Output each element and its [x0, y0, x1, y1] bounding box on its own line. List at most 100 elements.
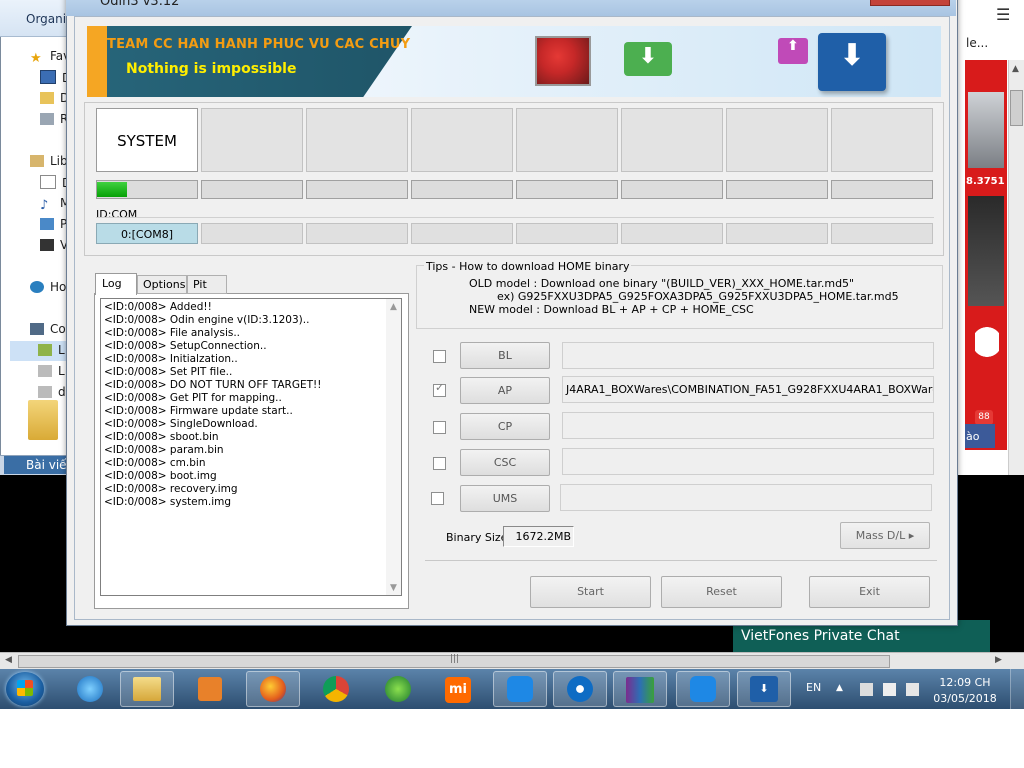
- clock-date[interactable]: 03/05/2018: [930, 692, 1000, 705]
- progress-bar-5: [516, 180, 618, 199]
- apple-logo-icon: [975, 318, 999, 366]
- internet-explorer-icon[interactable]: [77, 676, 103, 702]
- sidebar-item-libraries[interactable]: Lib: [30, 154, 68, 174]
- clock-time[interactable]: 12:09 CH: [930, 676, 1000, 689]
- scroll-up-icon[interactable]: ▲: [1012, 64, 1019, 74]
- windows-logo-icon: [17, 680, 33, 696]
- library-icon: [30, 155, 44, 167]
- log-line: <ID:0/008> cm.bin: [104, 457, 206, 469]
- start-button[interactable]: Start: [530, 576, 651, 608]
- sidebar-item-recent[interactable]: R: [40, 112, 68, 132]
- cp-button[interactable]: CP: [460, 413, 550, 440]
- scroll-up-icon[interactable]: ▲: [390, 302, 397, 312]
- homegroup-icon: [30, 281, 44, 293]
- com-port-8: [831, 223, 933, 244]
- sidebar-item-videos[interactable]: V: [40, 238, 68, 258]
- drive-icon: [38, 344, 52, 356]
- media-player-icon[interactable]: [198, 677, 222, 701]
- port-cell-8: [831, 108, 933, 172]
- cp-checkbox[interactable]: [433, 421, 446, 434]
- notification-text: ào: [966, 430, 980, 443]
- show-desktop-button[interactable]: [1010, 669, 1024, 709]
- sidebar-item-drive-2[interactable]: L: [38, 364, 65, 384]
- log-line: <ID:0/008> Set PIT file..: [104, 366, 233, 378]
- tab-log[interactable]: Log: [95, 273, 137, 295]
- log-scrollbar[interactable]: [386, 299, 401, 595]
- close-button[interactable]: [870, 0, 950, 6]
- notification-badge: 88: [975, 410, 993, 425]
- star-icon: ★: [30, 51, 42, 66]
- tips-line-1: OLD model : Download one binary "(BUILD_…: [469, 277, 855, 290]
- reset-button[interactable]: Reset: [661, 576, 782, 608]
- sidebar-item-favorites[interactable]: ★ Fav: [30, 49, 70, 69]
- tips-line-3: NEW model : Download BL + AP + CP + HOME…: [469, 303, 754, 316]
- xiaomi-icon[interactable]: mi: [445, 677, 471, 703]
- scroll-down-icon[interactable]: ▼: [390, 583, 397, 593]
- log-line: <ID:0/008> SetupConnection..: [104, 340, 267, 352]
- tray-expand-icon[interactable]: ▲: [836, 683, 843, 693]
- binary-size-label: Binary Size: [446, 531, 508, 544]
- bl-path-field[interactable]: [562, 342, 934, 369]
- computer-icon: [30, 323, 44, 335]
- log-line: <ID:0/008> sboot.bin: [104, 431, 219, 443]
- sidebar-item-pictures[interactable]: P: [40, 217, 67, 237]
- sidebar-item-computer[interactable]: Co: [30, 322, 66, 342]
- bai-viet-tab[interactable]: Bài viế: [4, 456, 70, 474]
- vertical-scroll-thumb[interactable]: [1010, 90, 1023, 126]
- drive-icon: [38, 386, 52, 398]
- csc-checkbox[interactable]: [433, 457, 446, 470]
- csc-path-field[interactable]: [562, 448, 934, 475]
- odin-title: Odin3 v3.12: [100, 0, 180, 9]
- odin-title-bar[interactable]: [66, 0, 956, 16]
- scroll-left-icon[interactable]: ◀: [5, 655, 12, 665]
- port-cell-7: [726, 108, 828, 172]
- progress-bar-6: [621, 180, 723, 199]
- sidebar-item-homegroup[interactable]: Ho: [30, 280, 66, 300]
- id-com-label: ID:COM: [96, 208, 138, 221]
- port-cell-5: [516, 108, 618, 172]
- log-line: <ID:0/008> SingleDownload.: [104, 418, 258, 430]
- ums-button[interactable]: UMS: [460, 485, 550, 512]
- download-manager-icon[interactable]: [385, 676, 411, 702]
- upload-arrow-icon: ⬆: [787, 38, 799, 54]
- log-line: <ID:0/008> boot.img: [104, 470, 217, 482]
- tab-options[interactable]: Options: [137, 275, 187, 294]
- drive-icon: [38, 365, 52, 377]
- phone-image: [968, 92, 1004, 168]
- ums-checkbox[interactable]: [431, 492, 444, 505]
- log-line: <ID:0/008> param.bin: [104, 444, 224, 456]
- cp-path-field[interactable]: [562, 412, 934, 439]
- tab-pit[interactable]: Pit: [187, 275, 227, 294]
- bl-button[interactable]: BL: [460, 342, 550, 369]
- language-indicator[interactable]: EN: [806, 681, 821, 694]
- progress-fill: [97, 182, 127, 197]
- ad-price: 8.3751: [966, 176, 1005, 187]
- menu-icon[interactable]: ☰: [996, 5, 1010, 24]
- progress-bar-2: [201, 180, 303, 199]
- desktop-icon: [40, 70, 56, 84]
- port-cell-4: [411, 108, 513, 172]
- ums-path-field[interactable]: [560, 484, 932, 511]
- teamviewer-icon: [567, 676, 593, 702]
- scroll-right-icon[interactable]: ▶: [995, 655, 1002, 665]
- network-icon[interactable]: [883, 683, 896, 696]
- csc-button[interactable]: CSC: [460, 449, 550, 476]
- download-arrow-icon: ⬇: [638, 44, 658, 69]
- volume-icon[interactable]: [906, 683, 919, 696]
- com-port-7: [726, 223, 828, 244]
- banner-accent: [87, 26, 107, 97]
- sidebar-item-local-disk[interactable]: L: [38, 343, 65, 363]
- mass-dl-button[interactable]: Mass D/L ▸: [840, 522, 930, 549]
- exit-button[interactable]: Exit: [809, 576, 930, 608]
- sidebar-item-downloads[interactable]: D: [40, 91, 69, 111]
- bl-checkbox[interactable]: [433, 350, 446, 363]
- action-center-icon[interactable]: [860, 683, 873, 696]
- ap-button[interactable]: AP: [460, 377, 550, 404]
- zalo-icon: [507, 676, 533, 702]
- port-cell-6: [621, 108, 723, 172]
- chrome-icon[interactable]: [323, 676, 349, 702]
- port-cell-2: [201, 108, 303, 172]
- ap-path-field[interactable]: J4ARA1_BOXWares\COMBINATION_FA51_G928FXX…: [562, 376, 934, 403]
- port-cell-3: [306, 108, 408, 172]
- log-line: <ID:0/008> DO NOT TURN OFF TARGET!!: [104, 379, 322, 391]
